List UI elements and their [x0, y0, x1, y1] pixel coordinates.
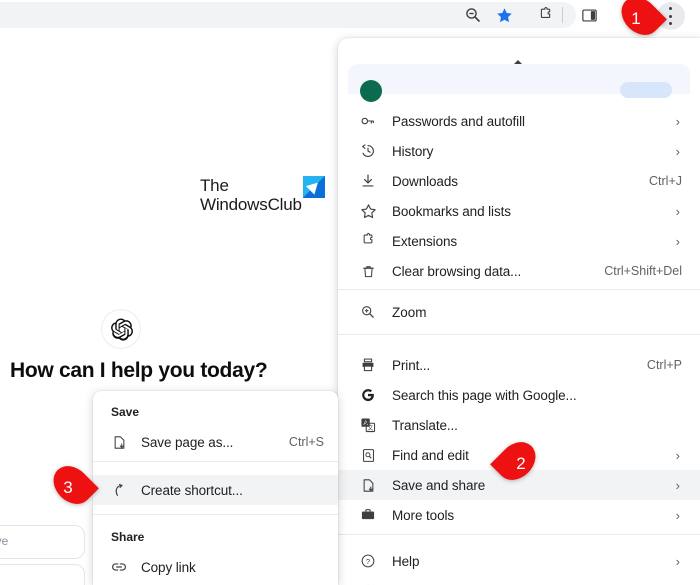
- menu-item-downloads[interactable]: Downloads Ctrl+J: [338, 166, 700, 196]
- sync-badge[interactable]: [620, 82, 672, 98]
- chrome-main-menu: Passwords and autofill › History ›: [338, 38, 700, 585]
- menu-item-bookmarks-and-lists[interactable]: Bookmarks and lists ›: [338, 196, 700, 226]
- menu-item-label: Find and edit: [392, 448, 469, 463]
- submenu-section-header-share: Share: [111, 530, 144, 544]
- help-question-icon: ?: [358, 551, 378, 571]
- menu-item-search-this-page-with-google[interactable]: Search this page with Google...: [338, 380, 700, 410]
- menu-item-clear-browsing-data[interactable]: Clear browsing data... Ctrl+Shift+Del: [338, 256, 700, 286]
- menu-item-label: Print...: [392, 358, 430, 373]
- callout-marker-1: 1: [611, 0, 665, 40]
- menu-divider: [338, 534, 700, 535]
- bookmark-star-icon: [358, 201, 378, 221]
- menu-item-label: Search this page with Google...: [392, 388, 577, 403]
- suggestion-card[interactable]: n-making: [0, 564, 85, 585]
- find-and-edit-icon: [358, 445, 378, 465]
- toolbar-divider: [562, 7, 563, 23]
- suggestion-card-text: e microwave: [0, 534, 8, 548]
- save-and-share-icon: [358, 475, 378, 495]
- omnibox-tail[interactable]: [0, 2, 576, 28]
- callout-marker-3: 3: [43, 467, 97, 509]
- extensions-puzzle-icon[interactable]: [534, 4, 556, 26]
- save-page-icon: [109, 432, 129, 452]
- trash-icon: [358, 261, 378, 281]
- submenu-section-header-save: Save: [111, 405, 139, 419]
- bookmark-star-icon[interactable]: [493, 4, 515, 26]
- callout-number: 3: [39, 467, 97, 509]
- avatar[interactable]: [360, 80, 382, 102]
- chatgpt-logo-icon: [101, 309, 141, 349]
- menu-item-shortcut: Ctrl+J: [649, 174, 682, 188]
- extensions-puzzle-icon: [358, 231, 378, 251]
- google-g-icon: [358, 385, 378, 405]
- callout-number: 1: [607, 0, 665, 40]
- menu-item-label: Downloads: [392, 174, 458, 189]
- browser-toolbar: [0, 0, 700, 30]
- site-logo-mark-icon: [303, 176, 325, 198]
- print-icon: [358, 355, 378, 375]
- submenu-divider: [93, 514, 338, 515]
- copy-link-icon: [109, 557, 129, 577]
- chevron-right-icon: ›: [676, 555, 680, 568]
- submenu-divider: [93, 461, 338, 462]
- chevron-right-icon: ›: [676, 115, 680, 128]
- search-minus-icon[interactable]: [462, 4, 484, 26]
- profile-chip-row[interactable]: [348, 64, 690, 94]
- side-panel-icon[interactable]: [578, 4, 600, 26]
- password-key-icon: [358, 111, 378, 131]
- create-shortcut-icon: [109, 480, 129, 500]
- menu-item-translate[interactable]: A 文 Translate...: [338, 410, 700, 440]
- download-icon: [358, 171, 378, 191]
- submenu-item-shortcut: Ctrl+S: [289, 435, 324, 449]
- chevron-right-icon: ›: [676, 479, 680, 492]
- svg-text:?: ?: [366, 557, 370, 566]
- menu-item-help[interactable]: ? Help ›: [338, 546, 700, 576]
- chevron-right-icon: ›: [676, 205, 680, 218]
- menu-item-label: Translate...: [392, 418, 458, 433]
- chevron-right-icon: ›: [676, 509, 680, 522]
- submenu-item-label: Create shortcut...: [141, 483, 243, 498]
- site-logo: The WindowsClub: [200, 176, 325, 214]
- screenshot-root: The WindowsClub How can I help you today…: [0, 0, 700, 585]
- menu-item-label: Save and share: [392, 478, 485, 493]
- zoom-label: Zoom: [392, 305, 427, 320]
- menu-item-history[interactable]: History ›: [338, 136, 700, 166]
- menu-item-shortcut: Ctrl+Shift+Del: [604, 264, 682, 278]
- menu-item-label: More tools: [392, 508, 454, 523]
- menu-item-settings[interactable]: Settings: [338, 576, 700, 585]
- submenu-item-save-page-as[interactable]: Save page as... Ctrl+S: [93, 427, 338, 457]
- suggestion-card[interactable]: e microwave: [0, 525, 85, 559]
- submenu-item-create-shortcut[interactable]: Create shortcut...: [93, 475, 338, 505]
- menu-item-label: Clear browsing data...: [392, 264, 521, 279]
- callout-marker-2: 2: [492, 443, 546, 485]
- menu-item-extensions[interactable]: Extensions ›: [338, 226, 700, 256]
- menu-item-label: Help: [392, 554, 419, 569]
- submenu-item-label: Copy link: [141, 560, 196, 575]
- chevron-right-icon: ›: [676, 235, 680, 248]
- chevron-right-icon: ›: [676, 145, 680, 158]
- chevron-right-icon: ›: [676, 449, 680, 462]
- three-dots-icon[interactable]: [669, 7, 672, 25]
- save-and-share-submenu: Save Save page as... Ctrl+S C: [93, 391, 338, 585]
- menu-item-label: Extensions: [392, 234, 457, 249]
- menu-item-shortcut: Ctrl+P: [647, 358, 682, 372]
- menu-item-more-tools[interactable]: More tools ›: [338, 500, 700, 530]
- menu-zoom-row: Zoom − 80% +: [338, 290, 700, 334]
- zoom-magnifier-icon: [358, 302, 378, 322]
- menu-item-passwords-and-autofill[interactable]: Passwords and autofill ›: [338, 106, 700, 136]
- menu-item-print[interactable]: Print... Ctrl+P: [338, 350, 700, 380]
- submenu-item-label: Save page as...: [141, 435, 233, 450]
- menu-item-label: History: [392, 144, 433, 159]
- history-clock-icon: [358, 141, 378, 161]
- menu-divider: [338, 334, 700, 335]
- callout-number: 2: [496, 443, 546, 485]
- submenu-item-copy-link[interactable]: Copy link: [93, 552, 338, 582]
- page-title: How can I help you today?: [10, 359, 340, 383]
- more-tools-toolbox-icon: [358, 505, 378, 525]
- menu-item-label: Bookmarks and lists: [392, 204, 511, 219]
- translate-icon: A 文: [358, 415, 378, 435]
- menu-item-label: Passwords and autofill: [392, 114, 525, 129]
- settings-gear-icon: [358, 581, 378, 585]
